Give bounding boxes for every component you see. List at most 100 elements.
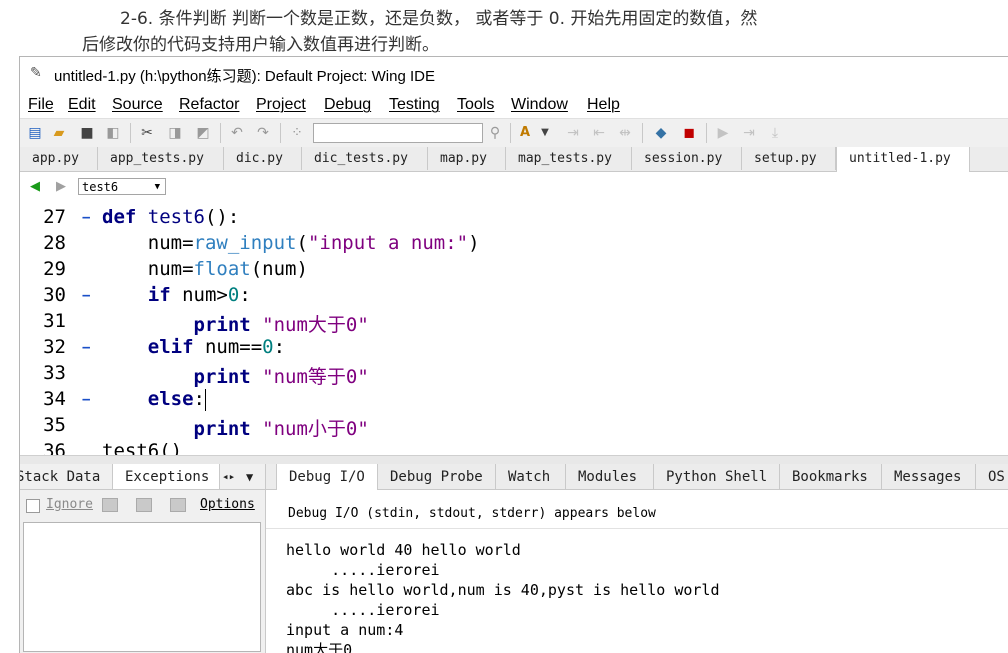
code-line-34: else: bbox=[102, 388, 206, 411]
report-icon[interactable] bbox=[170, 498, 186, 512]
fold-minus-icon[interactable]: − bbox=[82, 210, 90, 226]
copy-icon[interactable] bbox=[102, 498, 118, 512]
line-number: 29 bbox=[43, 258, 66, 280]
forward-arrow-icon[interactable]: ▶ bbox=[56, 179, 66, 194]
output-line: .....ierorei bbox=[286, 601, 440, 619]
output-line: abc is hello world,num is 40,pyst is hel… bbox=[286, 581, 720, 599]
function-select[interactable]: test6 ▼ bbox=[78, 178, 166, 195]
tab-debug-io[interactable]: Debug I/O bbox=[276, 464, 378, 490]
menu-debug[interactable]: Debug bbox=[324, 96, 371, 114]
code-token: ) bbox=[468, 232, 480, 254]
string-literal: "num大于0" bbox=[262, 314, 369, 336]
menu-refactor[interactable]: Refactor bbox=[179, 96, 239, 114]
copy-icon[interactable]: ◨ bbox=[166, 124, 184, 142]
tab-app-tests-py[interactable]: app_tests.py bbox=[98, 147, 224, 170]
tab-dic-py[interactable]: dic.py bbox=[224, 147, 302, 170]
toolbar-separator bbox=[220, 123, 221, 143]
goto-icon[interactable]: ⁘ bbox=[288, 124, 306, 142]
tab-messages[interactable]: Messages bbox=[882, 464, 976, 489]
ide-window: ✎ untitled-1.py (h:\python练习题): Default … bbox=[19, 56, 1008, 653]
indent-icon[interactable]: ⇥ bbox=[564, 124, 582, 142]
python-icon[interactable]: ◆ bbox=[652, 124, 670, 142]
fold-minus-icon[interactable]: − bbox=[82, 392, 90, 408]
tab-map-tests-py[interactable]: map_tests.py bbox=[506, 147, 632, 170]
tab-os-commands[interactable]: OS bbox=[976, 464, 1008, 489]
outdent-icon[interactable]: ⇤ bbox=[590, 124, 608, 142]
paste-icon[interactable]: ◩ bbox=[194, 124, 212, 142]
menu-edit[interactable]: Edit bbox=[68, 96, 96, 114]
tab-untitled-1-py[interactable]: untitled-1.py bbox=[836, 147, 970, 172]
debug-tab-bar: Debug I/O Debug Probe Watch Modules Pyth… bbox=[266, 464, 1008, 490]
step-into-icon[interactable]: ⤓ bbox=[766, 124, 784, 142]
menu-file[interactable]: File bbox=[28, 96, 54, 114]
fold-minus-icon[interactable]: − bbox=[82, 288, 90, 304]
indent-toggle-icon[interactable]: ⇹ bbox=[616, 124, 634, 142]
step-over-icon[interactable]: ⇥ bbox=[740, 124, 758, 142]
debug-app-icon[interactable]: ◼ bbox=[680, 124, 698, 142]
tab-setup-py[interactable]: setup.py bbox=[742, 147, 836, 170]
menu-bar: File Edit Source Refactor Project Debug … bbox=[20, 90, 1008, 118]
output-line: .....ierorei bbox=[286, 561, 440, 579]
tab-watch[interactable]: Watch bbox=[496, 464, 566, 489]
menu-project[interactable]: Project bbox=[256, 96, 306, 114]
toolbar-separator bbox=[706, 123, 707, 143]
clear-icon[interactable] bbox=[136, 498, 152, 512]
fold-minus-icon[interactable]: − bbox=[82, 340, 90, 356]
ignore-checkbox[interactable] bbox=[26, 499, 40, 513]
keyword-else: else bbox=[147, 388, 194, 410]
editor-tab-bar: app.py app_tests.py dic.py dic_tests.py … bbox=[20, 147, 1008, 172]
tab-modules[interactable]: Modules bbox=[566, 464, 654, 489]
back-arrow-icon[interactable]: ◀ bbox=[30, 179, 40, 194]
code-line-32: elif num==0: bbox=[102, 336, 285, 358]
chevron-down-icon[interactable]: ▼ bbox=[246, 464, 253, 488]
tab-dic-tests-py[interactable]: dic_tests.py bbox=[302, 147, 428, 170]
tab-stack-data[interactable]: Stack Data bbox=[20, 464, 110, 488]
new-file-icon[interactable]: ▤ bbox=[26, 124, 44, 142]
keyword-elif: elif bbox=[147, 336, 194, 358]
toolbar-separator bbox=[510, 123, 511, 143]
tab-python-shell[interactable]: Python Shell bbox=[654, 464, 780, 489]
menu-source[interactable]: Source bbox=[112, 96, 163, 114]
options-menu[interactable]: Options bbox=[200, 497, 255, 512]
toolbar-search-input[interactable] bbox=[313, 123, 483, 143]
tab-bookmarks[interactable]: Bookmarks bbox=[780, 464, 882, 489]
line-number: 36 bbox=[43, 440, 66, 455]
menu-tools[interactable]: Tools bbox=[457, 96, 494, 114]
toolbar-separator bbox=[280, 123, 281, 143]
code-token: (): bbox=[204, 206, 240, 228]
output-line: input a num:4 bbox=[286, 621, 404, 639]
run-icon[interactable]: ▶ bbox=[714, 124, 732, 142]
exceptions-list[interactable] bbox=[23, 522, 261, 652]
save-all-icon[interactable]: ◧ bbox=[104, 124, 122, 142]
undo-icon[interactable]: ↶ bbox=[228, 124, 246, 142]
document-text-line-2: 后修改你的代码支持用户输入数值再进行判断。 bbox=[82, 35, 439, 55]
spell-check-icon[interactable]: A bbox=[516, 124, 534, 142]
redo-icon[interactable]: ↷ bbox=[254, 124, 272, 142]
tab-map-py[interactable]: map.py bbox=[428, 147, 506, 170]
menu-help[interactable]: Help bbox=[587, 96, 620, 114]
line-number: 33 bbox=[43, 362, 66, 384]
stack-exceptions-panel: Stack Data Exceptions ◂▸ ▼ Ignore Option… bbox=[20, 464, 266, 653]
divider bbox=[266, 528, 1008, 529]
search-icon[interactable]: ⚲ bbox=[486, 124, 504, 142]
function-name: test6 bbox=[147, 206, 205, 228]
tab-exceptions[interactable]: Exceptions bbox=[112, 464, 220, 489]
line-number: 28 bbox=[43, 232, 66, 254]
chevron-down-icon[interactable]: ▼ bbox=[536, 124, 554, 142]
function-select-value: test6 bbox=[82, 180, 119, 194]
menu-testing[interactable]: Testing bbox=[389, 96, 440, 114]
tab-debug-probe[interactable]: Debug Probe bbox=[378, 464, 496, 489]
tab-app-py[interactable]: app.py bbox=[20, 147, 98, 170]
code-editor[interactable]: 27 28 29 30 31 32 33 34 35 36 − − − − de… bbox=[20, 202, 1008, 455]
keyword-def: def bbox=[102, 206, 137, 228]
tab-scroll-arrows-icon[interactable]: ◂▸ bbox=[222, 464, 235, 488]
open-folder-icon[interactable]: ▰ bbox=[50, 124, 68, 142]
menu-window[interactable]: Window bbox=[511, 96, 568, 114]
save-icon[interactable]: ■ bbox=[78, 124, 96, 142]
tab-session-py[interactable]: session.py bbox=[632, 147, 742, 170]
cut-icon[interactable]: ✂ bbox=[138, 124, 156, 142]
editor-nav-bar: ◀ ▶ test6 ▼ bbox=[20, 172, 1008, 202]
pen-icon: ✎ bbox=[30, 65, 42, 81]
line-number: 30 bbox=[43, 284, 66, 306]
text-cursor bbox=[204, 388, 206, 411]
